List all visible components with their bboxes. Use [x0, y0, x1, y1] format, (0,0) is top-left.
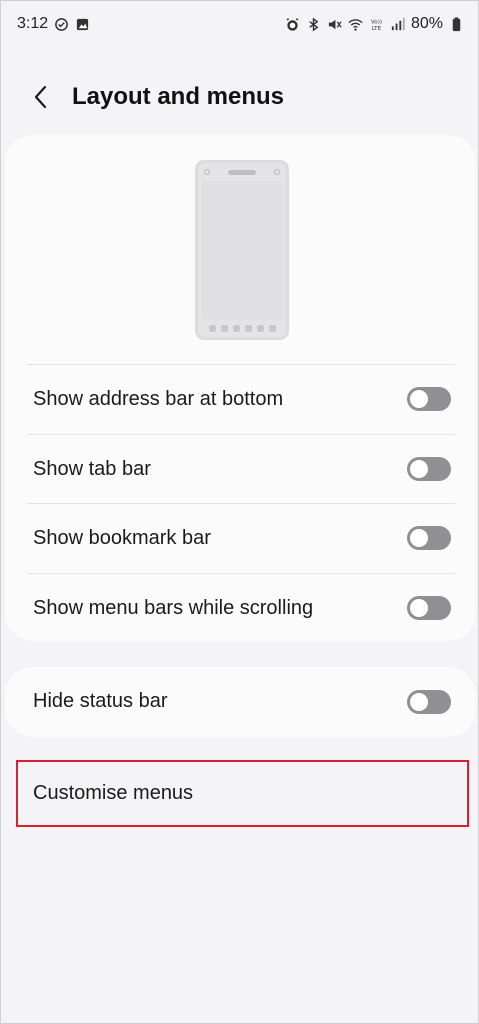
gallery-icon	[75, 17, 90, 32]
bookmark-bar-toggle[interactable]	[407, 526, 451, 550]
wifi-icon	[348, 17, 363, 32]
header: Layout and menus	[1, 73, 479, 121]
status-bar-settings-card: Hide status bar	[5, 667, 476, 737]
toggle-knob	[410, 599, 428, 617]
preview-reload-icon	[274, 169, 280, 175]
setting-label: Show menu bars while scrolling	[33, 596, 314, 619]
page-title: Layout and menus	[72, 83, 285, 110]
status-right: Vo)) LTE 80%	[285, 15, 464, 33]
tab-bar-toggle[interactable]	[407, 457, 451, 481]
alarm-icon	[285, 17, 300, 32]
menu-bars-scrolling-toggle[interactable]	[407, 596, 451, 620]
svg-text:Vo)): Vo))	[371, 19, 382, 25]
volte-icon: Vo)) LTE	[369, 17, 384, 32]
setting-row-hide-status-bar[interactable]: Hide status bar	[27, 667, 455, 736]
setting-row-address-bar-bottom[interactable]: Show address bar at bottom	[27, 364, 455, 433]
signal-icon	[390, 17, 405, 32]
status-left: 3:12	[17, 15, 90, 33]
battery-icon	[449, 16, 464, 32]
svg-text:LTE: LTE	[372, 26, 382, 32]
battery-percentage: 80%	[410, 15, 443, 32]
preview-menu-icon	[208, 324, 216, 332]
toggle-knob	[410, 390, 428, 408]
preview-menu-icon	[244, 324, 252, 332]
back-button[interactable]	[25, 81, 57, 113]
preview-top-bar	[198, 163, 286, 181]
hide-status-bar-toggle[interactable]	[407, 689, 451, 714]
setting-row-tab-bar[interactable]: Show tab bar	[27, 434, 455, 503]
setting-row-bookmark-bar[interactable]: Show bookmark bar	[27, 503, 455, 572]
preview-menu-icon	[268, 324, 276, 332]
layout-settings-card: Show address bar at bottom Show tab bar …	[5, 135, 476, 641]
status-bar: 3:12 Vo)) LTE 80%	[1, 1, 479, 47]
address-bar-bottom-toggle[interactable]	[407, 387, 451, 411]
setting-label: Show bookmark bar	[33, 526, 211, 549]
preview-url-bar	[228, 169, 256, 175]
check-circle-icon	[54, 17, 69, 32]
phone-layout-preview	[195, 160, 289, 340]
preview-bottom-bar	[198, 319, 286, 337]
setting-label: Hide status bar	[33, 690, 168, 712]
bluetooth-icon	[306, 16, 321, 32]
preview-menu-icon	[220, 324, 228, 332]
status-time: 3:12	[17, 15, 49, 32]
setting-label: Show address bar at bottom	[33, 387, 284, 410]
setting-label: Show tab bar	[33, 457, 151, 480]
customise-menus-label: Customise menus	[33, 782, 194, 804]
toggle-knob	[410, 692, 428, 711]
customise-menus-item[interactable]: Customise menus	[16, 760, 469, 827]
toggle-knob	[410, 529, 428, 547]
preview-menu-icon	[232, 324, 240, 332]
preview-menu-icon	[256, 324, 264, 332]
preview-screen	[202, 181, 282, 319]
chevron-left-icon	[34, 85, 47, 109]
setting-row-menu-bars-scrolling[interactable]: Show menu bars while scrolling	[27, 573, 455, 642]
preview-home-icon	[204, 169, 210, 175]
toggle-knob	[410, 460, 428, 478]
mute-icon	[327, 17, 342, 32]
